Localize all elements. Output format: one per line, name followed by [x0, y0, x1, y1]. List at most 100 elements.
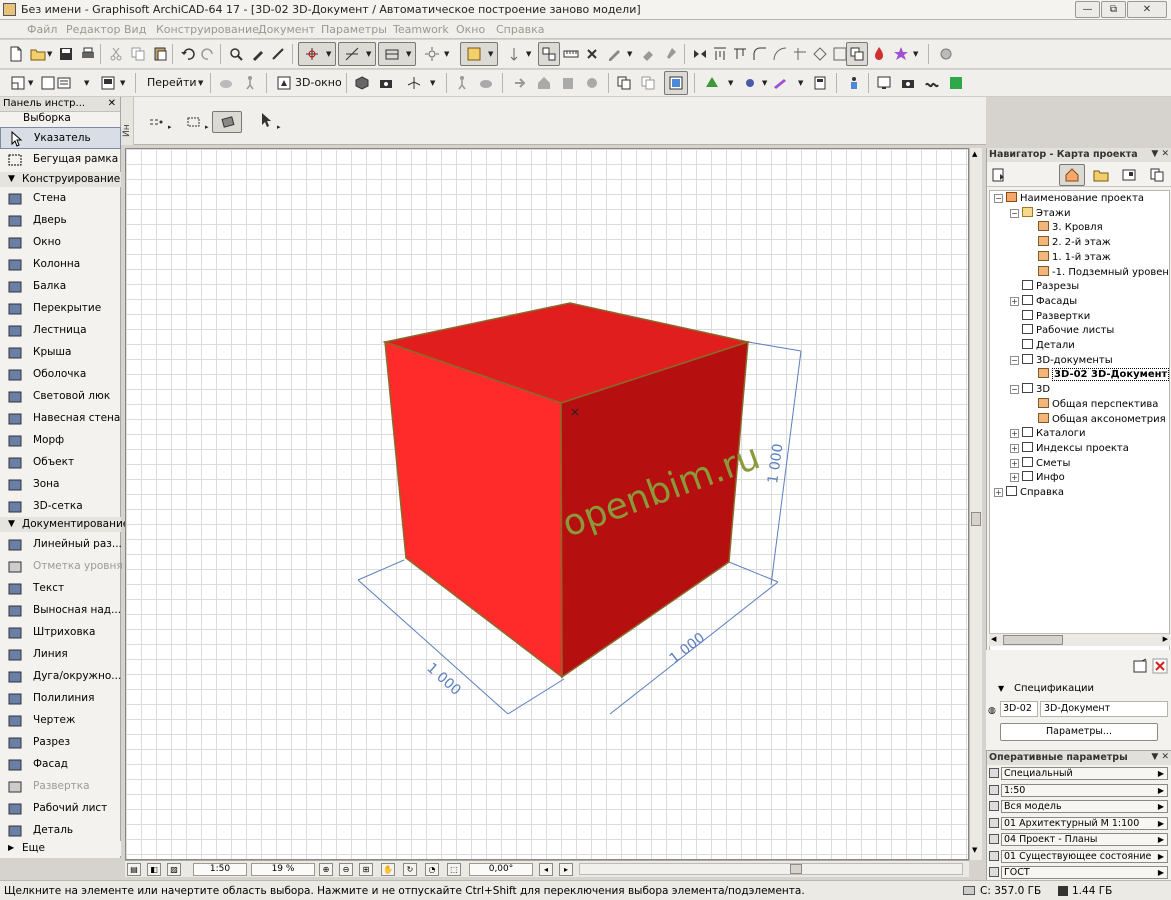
tree-item[interactable]: Рабочие листы [1010, 324, 1114, 338]
scroll-right-arrow[interactable]: ▶ [1163, 635, 1168, 643]
open-dropdown-arrow[interactable]: ▼ [47, 50, 52, 58]
walk-mode-icon[interactable] [454, 75, 470, 91]
tree-item[interactable]: Детали [1010, 339, 1075, 353]
minimize-button[interactable]: — [1075, 1, 1100, 18]
flame-icon[interactable] [871, 46, 887, 62]
walk-icon[interactable] [242, 75, 258, 91]
sun-icon[interactable] [742, 75, 758, 91]
spec-name-field[interactable]: 3D-Документ [1040, 701, 1168, 717]
calculator-icon[interactable] [812, 75, 828, 91]
tree-item[interactable]: Общая перспектива [1026, 397, 1158, 412]
cursor-icon[interactable] [258, 112, 274, 128]
tool-doc-2[interactable]: Текст [0, 578, 121, 600]
spec-collapse-icon[interactable]: ▼ [998, 684, 1004, 693]
pan-icon[interactable]: ✋ [381, 863, 395, 876]
tool-doc-7[interactable]: Полилиния [0, 688, 121, 710]
menu-design[interactable]: Конструирование [156, 23, 259, 36]
tool-design-11[interactable]: Морф [0, 430, 121, 452]
quick-option-row[interactable]: Специальный ▶ [987, 766, 1171, 781]
navigator-popup-icon[interactable] [991, 167, 1011, 183]
magic-star-dropdown-arrow[interactable]: ▼ [913, 50, 918, 58]
tool-doc-10[interactable]: Фасад [0, 754, 121, 776]
magic-purple-dropdown-arrow[interactable]: ▼ [798, 79, 803, 87]
paste-icon[interactable] [152, 46, 168, 62]
close-x-icon[interactable] [584, 46, 600, 62]
elevation-dropdown-arrow[interactable]: ▼ [526, 50, 531, 58]
camera-icon[interactable] [378, 75, 394, 91]
tree-item[interactable]: Разрезы [1010, 280, 1079, 294]
settings-3d-icon[interactable] [584, 75, 600, 91]
floor-plan-dropdown-arrow[interactable]: ▼ [28, 79, 33, 87]
orbit-dropdown-arrow[interactable]: ▼ [430, 79, 435, 87]
quick-options-header-buttons[interactable]: ▼ ✕ [1151, 751, 1169, 764]
cloud-icon[interactable] [218, 75, 234, 91]
tool-doc-8[interactable]: Чертеж [0, 710, 121, 732]
quick-option-row[interactable]: ГОСТ ▶ [987, 865, 1171, 880]
layer-combo-icon[interactable]: ◧ [147, 863, 161, 876]
quick-option-select[interactable]: Вся модель ▶ [1001, 800, 1168, 813]
3d-window-icon[interactable] [276, 75, 292, 91]
selection-dropdown-arrow[interactable]: ▸ [168, 123, 172, 131]
tree-item[interactable]: -1. Подземный уровень [1026, 265, 1169, 280]
scale-field[interactable]: 1:50 [193, 863, 247, 876]
tree-item[interactable]: − 3D [1010, 383, 1050, 397]
zoom-field[interactable]: 19 % [251, 863, 315, 876]
menu-file[interactable]: Файл [27, 23, 57, 36]
rotate-view-icon[interactable]: ↻ [403, 863, 417, 876]
tool-design-8[interactable]: Оболочка [0, 364, 121, 386]
orbit-icon[interactable] [406, 75, 422, 91]
brush-icon[interactable] [662, 46, 678, 62]
menu-options[interactable]: Параметры [321, 23, 387, 36]
dashed-dropdown-arrow[interactable]: ▸ [205, 123, 209, 131]
cut-icon[interactable] [108, 46, 124, 62]
find-select-icon[interactable] [228, 46, 244, 62]
copy-icon[interactable] [130, 46, 146, 62]
tool-doc-3[interactable]: Выносная над... [0, 600, 121, 622]
toolbox-close-button[interactable]: ✕ [108, 97, 116, 111]
home-icon[interactable] [536, 75, 552, 91]
magic-purple-icon[interactable] [772, 75, 788, 91]
export-green-icon[interactable] [948, 75, 964, 91]
collapse-icon[interactable]: − [994, 194, 1003, 203]
render-dropdown-arrow[interactable]: ▼ [728, 79, 733, 87]
copy-view-icon[interactable] [616, 75, 632, 91]
quick-option-select[interactable]: ГОСТ ▶ [1001, 866, 1168, 879]
mirror-icon[interactable] [692, 46, 708, 62]
eyedropper-icon[interactable] [250, 46, 266, 62]
canvas-horizontal-scrollbar[interactable] [579, 863, 963, 875]
next-zoom-icon[interactable]: ▸ [559, 863, 573, 876]
camera-photo-icon[interactable] [900, 75, 916, 91]
delete-icon[interactable] [1152, 658, 1168, 674]
new-item-icon[interactable] [1132, 658, 1148, 674]
quick-option-row[interactable]: Вся модель ▶ [987, 799, 1171, 814]
3d-box-icon[interactable] [354, 75, 370, 91]
tree-item[interactable]: − 3D-документы [1010, 353, 1113, 368]
tool-doc-4[interactable]: Штриховка [0, 622, 121, 644]
layout-view-icon[interactable] [100, 75, 116, 91]
tree-horizontal-scrollbar[interactable]: ◀ ▶ [989, 633, 1170, 646]
h-scroll-thumb[interactable] [790, 864, 802, 874]
tool-doc-5[interactable]: Линия [0, 644, 121, 666]
tree-item[interactable]: − Наименование проекта [994, 192, 1144, 206]
person-icon[interactable] [846, 75, 862, 91]
orbit-view-icon[interactable]: ◔ [425, 863, 439, 876]
scroll-up-arrow[interactable]: ▲ [972, 150, 977, 158]
angle-field[interactable]: 0,00° [469, 863, 533, 876]
tool-doc-13[interactable]: Деталь [0, 820, 121, 842]
quick-option-row[interactable]: 1:50 ▶ [987, 783, 1171, 798]
tool-doc-9[interactable]: Разрез [0, 732, 121, 754]
tree-item[interactable]: + Фасады [1010, 294, 1077, 309]
stop-icon[interactable] [938, 46, 954, 62]
tree-item[interactable]: − Этажи [1010, 206, 1070, 221]
expand-icon[interactable]: + [1010, 429, 1019, 439]
previous-zoom-icon[interactable]: ◂ [539, 863, 553, 876]
documentation-section-header[interactable]: ▼ Документирование [0, 517, 129, 532]
magic-wand-icon[interactable] [424, 46, 440, 62]
publisher-tab-icon[interactable] [1149, 167, 1165, 183]
tree-scroll-thumb[interactable] [1003, 635, 1063, 645]
gesture-icon[interactable] [924, 75, 940, 91]
distribute-icon[interactable] [732, 46, 748, 62]
expand-icon[interactable]: + [994, 488, 1003, 497]
guide-dropdown-arrow[interactable]: ▼ [366, 50, 371, 58]
maximize-button[interactable]: ⧉ [1101, 1, 1126, 18]
